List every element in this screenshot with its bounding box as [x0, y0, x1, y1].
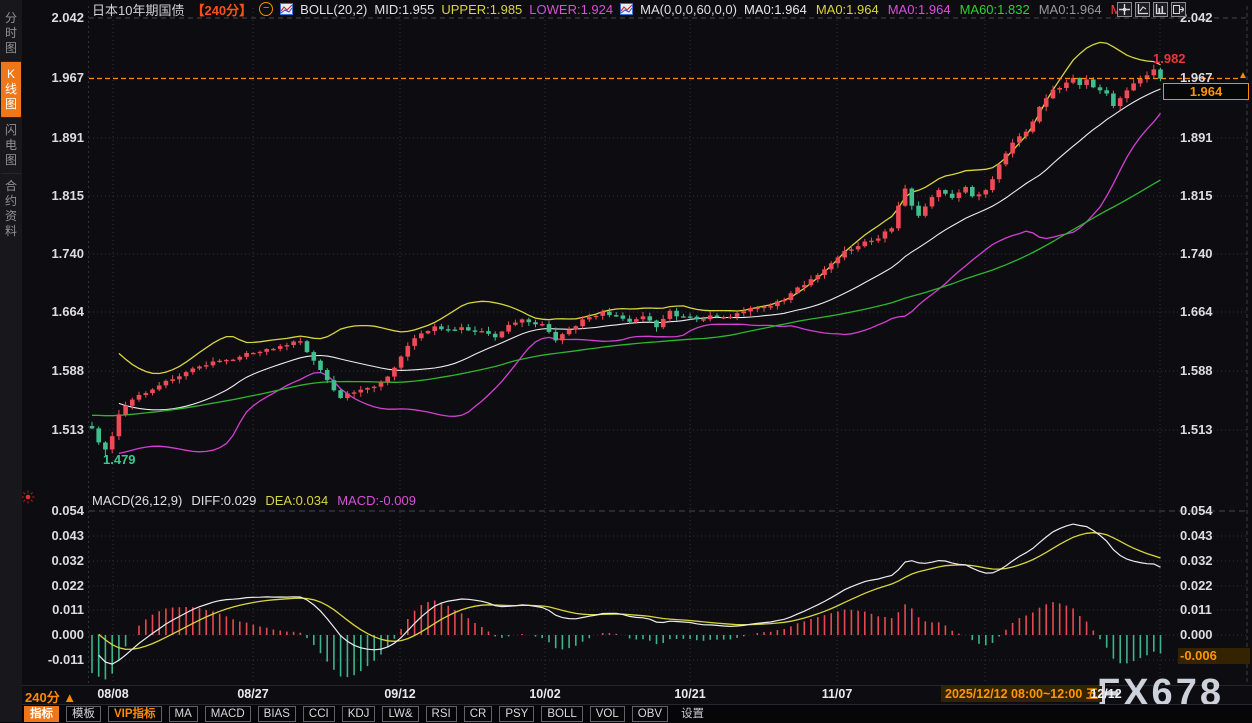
toolbar-tabs: 指标模板 VIP指标 MA MACD BIAS CCI KDJ LW&RSI CR PSY BOLL…	[17, 706, 710, 722]
toolbar-tab-指标[interactable]: 指标	[24, 706, 59, 722]
toolbar-tab-设置[interactable]: 设置	[675, 706, 710, 722]
price-tick-left-2: 1.891	[20, 130, 84, 145]
macd-tick-left-5: 0.000	[20, 627, 84, 642]
macd-header: MACD(26,12,9) DIFF:0.029 DEA:0.034 MACD:…	[92, 493, 425, 508]
sidebar-item-1[interactable]: K 线 图	[1, 61, 21, 117]
toolbar-tab-BIAS[interactable]: BIAS	[258, 706, 296, 722]
macd-tick-left-4: 0.011	[20, 602, 84, 617]
toolbar-tab-VOL[interactable]: VOL	[590, 706, 625, 722]
macd-params-label: MACD(26,12,9)	[92, 493, 182, 508]
sidebar-item-3[interactable]: 合 约 资 料	[1, 173, 21, 244]
price-tick-right-6: 1.588	[1180, 363, 1213, 378]
price-tick-left-3: 1.815	[20, 188, 84, 203]
price-tick-left-6: 1.588	[20, 363, 84, 378]
pan-crosshair-icon[interactable]	[1117, 2, 1132, 17]
ma-params-label: MA(0,0,0,60,0,0)	[640, 2, 737, 17]
macd-tick-left-1: 0.043	[20, 528, 84, 543]
toolbar-tab-PSY[interactable]: PSY	[499, 706, 534, 722]
toolbar-tab-LW&[interactable]: LW&	[382, 706, 418, 722]
macd-tick-right-5: 0.000	[1180, 627, 1213, 642]
time-label-08/27: 08/27	[237, 687, 268, 701]
macd-diff-value: DIFF:0.029	[191, 493, 256, 508]
ma-values-group: MA0:1.964 MA0:1.964 MA0:1.964 MA60:1.832 MA0…	[744, 2, 1139, 17]
ma-value-2: MA0:1.964	[888, 2, 951, 17]
pane-shift-icon[interactable]	[1171, 2, 1186, 17]
low-price-label: 1.479	[103, 452, 136, 467]
time-label-10/21: 10/21	[674, 687, 705, 701]
ma-value-3: MA60:1.832	[960, 2, 1030, 17]
sidebar-item-2[interactable]: 闪 电 图	[1, 117, 21, 173]
toolbar-tab-BOLL[interactable]: BOLL	[541, 706, 582, 722]
macd-tick-right-0: 0.054	[1180, 503, 1213, 518]
price-tick-right-7: 1.513	[1180, 422, 1213, 437]
boll-label: BOLL(20,2)	[300, 2, 367, 17]
macd-tick-left-2: 0.032	[20, 553, 84, 568]
toolbar-tab-CCI[interactable]: CCI	[303, 706, 335, 722]
time-label-08/08: 08/08	[97, 687, 128, 701]
toolbar-tab-CR[interactable]: CR	[464, 706, 493, 722]
instrument-title: 日本10年期国债	[92, 0, 184, 19]
period-label[interactable]: 【240分】	[191, 0, 252, 19]
boll-legend-icon[interactable]	[280, 3, 293, 15]
chart-canvas[interactable]	[0, 0, 1252, 686]
high-price-label: 1.982	[1153, 51, 1186, 66]
price-up-arrow-icon: ▲	[1238, 70, 1248, 81]
ma-value-0: MA0:1.964	[744, 2, 807, 17]
macd-current-value-tag: -0.006	[1178, 648, 1250, 664]
toolbar-tab-模板[interactable]: 模板	[66, 706, 101, 722]
chart-tools	[1117, 2, 1186, 17]
ma-value-4: MA0:1.964	[1039, 2, 1102, 17]
macd-value: MACD:-0.009	[337, 493, 416, 508]
price-tick-left-5: 1.664	[20, 304, 84, 319]
sidebar-item-0[interactable]: 分 时 图	[1, 6, 21, 61]
ma-value-1: MA0:1.964	[816, 2, 879, 17]
macd-tick-left-3: 0.022	[20, 578, 84, 593]
price-tick-right-4: 1.740	[1180, 246, 1213, 261]
time-axis: 240分 ▲ 2025/12/12 08:00~12:00 五 12/12 08…	[0, 686, 1252, 703]
time-label-09/12: 09/12	[384, 687, 415, 701]
toolbar-tab-MA[interactable]: MA	[169, 706, 198, 722]
indicator-toolbar: 指标模板 VIP指标 MA MACD BIAS CCI KDJ LW&RSI CR PSY BOLL…	[0, 704, 1252, 723]
toolbar-tab-RSI[interactable]: RSI	[426, 706, 457, 722]
price-tick-left-4: 1.740	[20, 246, 84, 261]
toolbar-tab-KDJ[interactable]: KDJ	[342, 706, 376, 722]
session-highlight: 2025/12/12 08:00~12:00 五	[941, 686, 1102, 702]
macd-tick-right-2: 0.032	[1180, 553, 1213, 568]
price-tick-left-1: 1.967	[20, 70, 84, 85]
boll-mid-value: MID:1.955	[374, 2, 434, 17]
toolbar-tab-MACD[interactable]: MACD	[205, 706, 251, 722]
toolbar-tab-OBV[interactable]: OBV	[632, 706, 668, 722]
price-tick-left-7: 1.513	[20, 422, 84, 437]
price-tick-right-2: 1.891	[1180, 130, 1213, 145]
last-date-label: 12/12	[1090, 687, 1121, 701]
price-tick-left-0: 2.042	[20, 10, 84, 25]
boll-lower-value: LOWER:1.924	[529, 2, 613, 17]
scale-up-axis-icon[interactable]	[1135, 2, 1150, 17]
scale-down-axis-icon[interactable]	[1153, 2, 1168, 17]
left-sidebar: 分 时 图K 线 图闪 电 图合 约 资 料	[0, 0, 22, 722]
macd-tick-right-4: 0.011	[1180, 602, 1212, 617]
macd-tick-left-6: -0.011	[20, 652, 84, 667]
boll-upper-value: UPPER:1.985	[441, 2, 522, 17]
price-tick-right-3: 1.815	[1180, 188, 1213, 203]
current-price-tag: 1.964	[1163, 83, 1249, 100]
price-tick-right-5: 1.664	[1180, 304, 1213, 319]
indicator-marker-icon[interactable]	[21, 490, 35, 509]
toolbar-tab-VIP指标[interactable]: VIP指标	[108, 706, 162, 722]
time-label-11/07: 11/07	[822, 687, 853, 701]
chart-header: 日本10年期国债 【240分】 − BOLL(20,2) MID:1.955 U…	[92, 1, 1146, 17]
macd-tick-right-3: 0.022	[1180, 578, 1213, 593]
ma-legend-icon[interactable]	[620, 3, 633, 15]
macd-dea-value: DEA:0.034	[265, 493, 328, 508]
macd-tick-right-1: 0.043	[1180, 528, 1213, 543]
time-label-10/02: 10/02	[529, 687, 560, 701]
collapse-icon[interactable]: −	[259, 2, 273, 16]
